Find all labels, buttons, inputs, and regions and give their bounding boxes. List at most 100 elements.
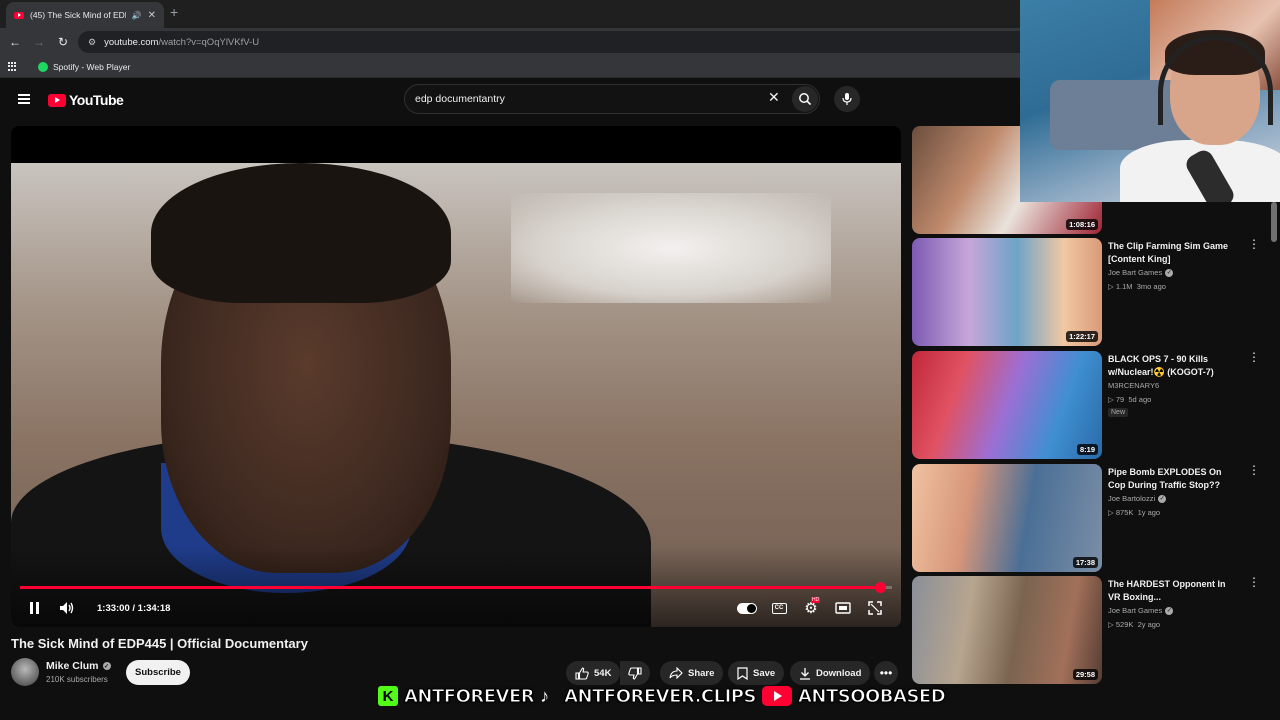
recommendation-channel[interactable]: Joe Bart Games — [1108, 606, 1162, 615]
subscriber-count: 210K subscribers — [46, 675, 108, 684]
tiktok-icon: ♪ — [540, 686, 550, 706]
progress-bar[interactable] — [20, 582, 892, 593]
captions-icon: CC — [771, 602, 787, 614]
forward-arrow-icon[interactable]: → — [30, 33, 48, 51]
youtube-logo-text: YouTube — [69, 92, 124, 108]
recommendation-channel[interactable]: Joe Bartolozzi — [1108, 494, 1155, 503]
tiktok-handle: ANTFOREVER.CLIPS — [564, 685, 757, 707]
back-arrow-icon[interactable]: ← — [6, 33, 24, 51]
recommendation-thumbnail[interactable]: 1:22:17 — [912, 238, 1102, 346]
verified-icon: ✓ — [1158, 494, 1167, 503]
url-path: /watch?v=qOqYlVKfV-U — [158, 36, 260, 48]
video-title: The Sick Mind of EDP445 | Official Docum… — [11, 636, 308, 651]
more-actions-button[interactable]: ••• — [874, 661, 898, 685]
youtube-favicon-icon — [14, 11, 24, 19]
sidebar-scrollbar[interactable] — [1271, 202, 1277, 242]
recommendation-item[interactable]: 29:58 The HARDEST Opponent In VR Boxing.… — [912, 576, 1272, 684]
captions-button[interactable]: CC — [769, 598, 789, 618]
recommendation-item[interactable]: 17:38 Pipe Bomb EXPLODES On Cop During T… — [912, 464, 1272, 572]
download-label: Download — [816, 667, 862, 679]
youtube-handle: ANTSOOBASED — [797, 685, 946, 707]
save-label: Save — [753, 667, 776, 679]
share-label: Share — [688, 667, 715, 679]
recommendation-channel[interactable]: M3RCENARY6 — [1108, 381, 1159, 390]
subscribe-button[interactable]: Subscribe — [126, 660, 190, 685]
kick-handle: ANTFOREVER — [403, 685, 535, 707]
recommendation-channel-row[interactable]: M3RCENARY6 — [1108, 381, 1159, 390]
channel-name[interactable]: Mike Clum — [46, 660, 99, 672]
video-duration: 8:19 — [1076, 444, 1098, 455]
video-duration: 29:58 — [1072, 669, 1098, 680]
recommendation-channel-row[interactable]: Joe Bartolozzi ✓ — [1108, 494, 1167, 503]
speaker-icon[interactable]: 🔊 — [132, 11, 142, 20]
more-options-icon[interactable]: ⋮ — [1248, 464, 1260, 476]
recommendation-channel-row[interactable]: Joe Bart Games ✓ — [1108, 268, 1174, 277]
save-button[interactable]: Save — [728, 661, 785, 685]
recommendation-title[interactable]: The HARDEST Opponent In VR Boxing... — [1108, 578, 1238, 604]
view-count: 79 — [1115, 395, 1125, 404]
recommendation-item[interactable]: 1:22:17 The Clip Farming Sim Game [Conte… — [912, 238, 1272, 346]
apps-grid-icon[interactable] — [8, 61, 18, 72]
recommendation-item[interactable]: 8:19 BLACK OPS 7 - 90 Kills w/Nuclear!☢️… — [912, 351, 1272, 459]
youtube-icon — [761, 686, 792, 706]
bookmark-icon — [737, 666, 748, 680]
recommendation-channel-row[interactable]: Joe Bart Games ✓ — [1108, 606, 1174, 615]
download-icon — [800, 667, 810, 680]
like-button[interactable]: 54K — [566, 661, 621, 685]
upload-age: 2y ago — [1137, 620, 1161, 629]
like-count: 54K — [594, 667, 612, 679]
dislike-button[interactable] — [620, 661, 650, 685]
reload-icon[interactable]: ↻ — [54, 33, 72, 51]
recommendation-title[interactable]: Pipe Bomb EXPLODES On Cop During Traffic… — [1108, 466, 1238, 492]
search-input[interactable]: edp documentantry — [404, 84, 820, 114]
youtube-logo-icon — [48, 93, 66, 107]
voice-search-button[interactable] — [834, 86, 860, 112]
pause-button[interactable] — [27, 598, 41, 618]
webcam-overlay — [1020, 0, 1280, 202]
site-info-icon[interactable]: ⚙ — [88, 37, 96, 48]
video-duration: 17:38 — [1072, 557, 1098, 568]
volume-button[interactable] — [57, 598, 77, 618]
close-tab-icon[interactable]: ✕ — [148, 10, 156, 21]
channel-avatar[interactable] — [11, 658, 39, 686]
recommendation-meta: ▷ 79 5d ago — [1108, 395, 1152, 404]
more-options-icon[interactable]: ⋮ — [1248, 351, 1260, 363]
recommendation-title[interactable]: BLACK OPS 7 - 90 Kills w/Nuclear!☢️ (KOG… — [1108, 353, 1238, 379]
recommendation-title[interactable]: The Clip Farming Sim Game [Content King] — [1108, 240, 1238, 266]
hamburger-menu-icon[interactable] — [18, 94, 30, 104]
recommendation-channel[interactable]: Joe Bart Games — [1108, 268, 1162, 277]
recommendation-thumbnail[interactable]: 17:38 — [912, 464, 1102, 572]
recommendation-meta: ▷ 875K 1y ago — [1108, 508, 1161, 517]
verified-icon: ✓ — [1165, 606, 1174, 615]
share-button[interactable]: Share — [660, 661, 724, 685]
clear-search-icon[interactable]: ✕ — [768, 89, 780, 106]
search-button[interactable] — [792, 86, 818, 112]
tab-title: (45) The Sick Mind of EDP4 — [30, 10, 126, 20]
progress-fill — [20, 586, 880, 589]
recommendation-thumbnail[interactable]: 29:58 — [912, 576, 1102, 684]
search-icon — [799, 93, 812, 106]
settings-button[interactable]: ⚙ HD — [801, 597, 821, 618]
theater-icon — [835, 602, 851, 614]
recommendation-thumbnail[interactable]: 8:19 — [912, 351, 1102, 459]
download-button[interactable]: Download — [790, 661, 871, 685]
fullscreen-button[interactable] — [865, 598, 885, 618]
new-tab-button[interactable]: + — [170, 4, 178, 20]
more-options-icon[interactable]: ⋮ — [1248, 576, 1260, 588]
browser-tab[interactable]: (45) The Sick Mind of EDP4 🔊 ✕ — [6, 2, 164, 28]
view-count: 1.1M — [1115, 282, 1133, 291]
verified-icon: ✓ — [1165, 268, 1174, 277]
theater-mode-button[interactable] — [833, 598, 853, 618]
progress-scrubber[interactable] — [874, 582, 886, 593]
upload-age: 5d ago — [1128, 395, 1152, 404]
video-player[interactable]: 1:33:00 / 1:34:18 CC ⚙ HD — [11, 126, 901, 627]
channel-name-row[interactable]: Mike Clum ✓ — [46, 660, 111, 672]
toggle-icon — [737, 602, 757, 614]
recommendation-meta: ▷ 1.1M 3mo ago — [1108, 282, 1166, 291]
autoplay-toggle[interactable] — [735, 598, 759, 618]
bookmark-spotify[interactable]: Spotify - Web Player — [53, 62, 130, 72]
youtube-logo[interactable]: YouTube — [48, 92, 124, 108]
url-domain: youtube.com — [104, 36, 159, 48]
video-duration: 1:08:16 — [1066, 219, 1098, 230]
more-options-icon[interactable]: ⋮ — [1248, 238, 1260, 250]
